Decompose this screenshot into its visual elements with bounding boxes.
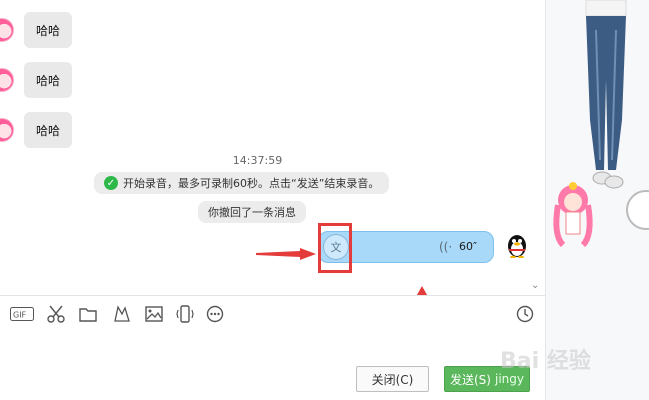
send-button-label: 发送(S) <box>450 372 491 387</box>
close-button[interactable]: 关闭(C) <box>356 366 429 392</box>
incoming-message-bubble[interactable]: 哈哈 <box>24 62 73 98</box>
recall-tip-text: 你撤回了一条消息 <box>208 206 296 219</box>
scissors-icon[interactable] <box>46 305 66 323</box>
recording-tip-text: 开始录音，最多可录制60秒。点击“发送”结束录音。 <box>123 177 380 190</box>
message-row: 哈哈 <box>0 10 73 50</box>
scroll-down-icon[interactable]: ⌄ <box>531 280 539 291</box>
recording-tip: ✓ 开始录音，最多可录制60秒。点击“发送”结束录音。 <box>94 172 390 194</box>
voice-duration: 60″ <box>459 240 478 253</box>
right-show-panel <box>545 0 649 400</box>
gif-icon[interactable]: GIF <box>10 305 34 323</box>
check-circle-icon: ✓ <box>104 176 118 190</box>
character-girl-icon <box>553 182 593 248</box>
character-figure <box>585 0 627 189</box>
history-clock-icon[interactable] <box>515 305 535 323</box>
sound-wave-icon: ((· <box>439 240 453 254</box>
contact-avatar[interactable] <box>0 68 14 92</box>
message-timestamp: 14:37:59 <box>232 154 283 167</box>
more-icon[interactable] <box>205 305 225 323</box>
incoming-message-bubble[interactable]: 哈哈 <box>24 112 73 148</box>
recall-tip: 你撤回了一条消息 <box>198 201 306 223</box>
baidu-watermark: Bai 经验 <box>500 349 591 374</box>
highlight-annotation-box <box>318 223 352 273</box>
message-row: 哈哈 <box>0 60 73 100</box>
doodle-icon[interactable] <box>112 305 132 323</box>
contact-avatar[interactable] <box>0 118 14 142</box>
folder-icon[interactable] <box>78 305 98 323</box>
chat-message-area: 哈哈 哈哈 哈哈 14:37:59 ✓ 开始录音，最多可录制60秒。点击“发送”… <box>0 0 545 340</box>
red-arrow-right-icon <box>256 248 316 260</box>
contact-avatar[interactable] <box>0 18 14 42</box>
image-icon[interactable] <box>144 305 164 323</box>
message-row: 哈哈 <box>0 110 73 150</box>
input-toolbar: GIF <box>0 295 545 331</box>
qq-penguin-avatar[interactable] <box>505 232 529 258</box>
phone-shake-icon[interactable] <box>175 305 195 323</box>
incoming-message-bubble[interactable]: 哈哈 <box>24 12 73 48</box>
svg-text:GIF: GIF <box>13 311 27 320</box>
